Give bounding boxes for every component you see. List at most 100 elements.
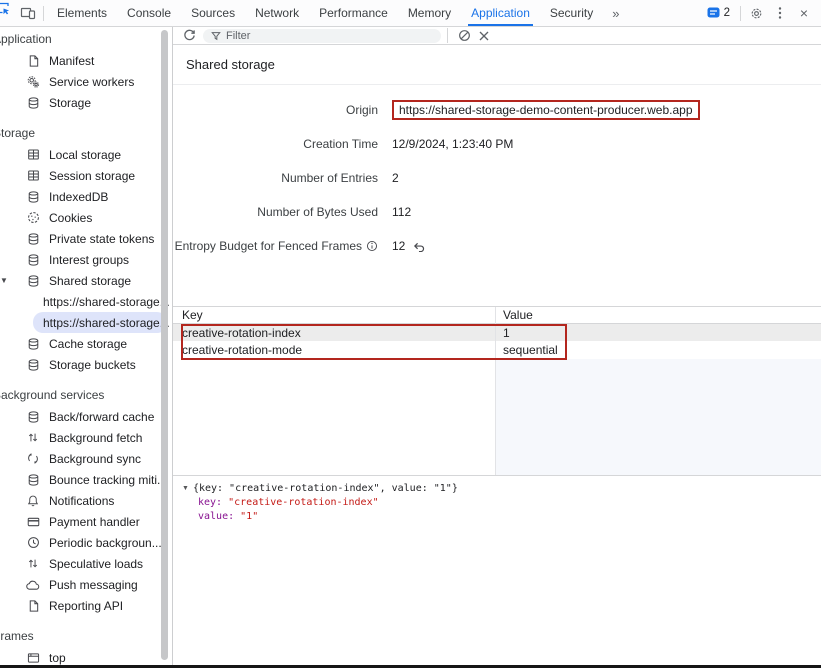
tab-application[interactable]: Application: [461, 0, 540, 26]
shared-storage-panel: Shared storage Originhttps://shared-stor…: [173, 27, 821, 665]
sidebar-item-label: Background sync: [49, 452, 141, 466]
sidebar-item-private-state-tokens[interactable]: Private state tokens: [0, 228, 172, 249]
filter-input[interactable]: [226, 30, 433, 42]
sidebar-item-interest-groups[interactable]: Interest groups: [0, 249, 172, 270]
field-value: https://shared-storage-demo-content-prod…: [392, 100, 700, 120]
tab-network[interactable]: Network: [245, 0, 309, 26]
field-label-text: Creation Time: [303, 137, 378, 151]
sidebar-item-label: IndexedDB: [49, 190, 108, 204]
column-header-key[interactable]: Key: [173, 308, 495, 322]
preview-summary: {key: "creative-rotation-index", value: …: [193, 483, 458, 494]
inspect-element-icon[interactable]: [0, 0, 15, 16]
field-value-text-annotated: https://shared-storage-demo-content-prod…: [392, 100, 700, 120]
devtools-body: ApplicationManifestService workersStorag…: [0, 27, 821, 665]
sidebar-section-title: Background services: [0, 385, 165, 406]
more-tabs-button[interactable]: »: [603, 0, 628, 26]
column-header-value[interactable]: Value: [495, 308, 821, 322]
sidebar-item-indexeddb[interactable]: IndexedDB: [0, 186, 172, 207]
sidebar-item-reporting-api[interactable]: Reporting API: [0, 595, 172, 616]
preview-summary-line[interactable]: ▼ {key: "creative-rotation-index", value:…: [182, 482, 821, 496]
filter-funnel-icon: [211, 31, 221, 41]
sidebar-item-back-forward-cache[interactable]: Back/forward cache: [0, 406, 172, 427]
console-message-icon: [707, 7, 720, 19]
table-row-creative-rotation-mode[interactable]: creative-rotation-modesequential: [173, 341, 821, 358]
cell-key[interactable]: creative-rotation-index: [173, 326, 495, 340]
metadata-row-entropy-budget-for-fenced-frames: Entropy Budget for Fenced Frames12: [173, 229, 821, 263]
clear-all-icon[interactable]: [454, 29, 474, 42]
card-icon: [25, 514, 41, 530]
tab-console[interactable]: Console: [117, 0, 181, 26]
sidebar-item-notifications[interactable]: Notifications: [0, 490, 172, 511]
sidebar-item-manifest[interactable]: Manifest: [0, 50, 172, 71]
sidebar-item-label: https://shared-storage...: [43, 295, 170, 309]
table-header-row[interactable]: Key Value: [173, 307, 821, 324]
sidebar-item-service-workers[interactable]: Service workers: [0, 71, 172, 92]
entry-preview-pane: ▼ {key: "creative-rotation-index", value:…: [173, 475, 821, 665]
sidebar-item-cache-storage[interactable]: Cache storage: [0, 333, 172, 354]
property-value: "creative-rotation-index": [228, 497, 379, 508]
sidebar-item-storage[interactable]: Storage: [0, 92, 172, 113]
sidebar-item-top[interactable]: top: [0, 647, 172, 665]
sidebar-scrollbar[interactable]: [161, 30, 168, 660]
tab-performance[interactable]: Performance: [309, 0, 398, 26]
page-title: Shared storage: [186, 57, 275, 72]
panel-tabs: ElementsConsoleSourcesNetworkPerformance…: [47, 0, 603, 26]
bell-icon: [25, 493, 41, 509]
tab-sources[interactable]: Sources: [181, 0, 245, 26]
close-devtools-icon[interactable]: ×: [792, 5, 816, 21]
sidebar-item-cookies[interactable]: Cookies: [0, 207, 172, 228]
preview-property-key: key: "creative-rotation-index": [182, 496, 821, 510]
database-icon: [25, 231, 41, 247]
sidebar-item-local-storage[interactable]: Local storage: [0, 144, 172, 165]
delete-selected-icon[interactable]: [474, 30, 494, 42]
sidebar-item-https-shared-storage-8[interactable]: https://shared-storage...: [33, 312, 167, 333]
cell-value[interactable]: sequential: [495, 343, 821, 357]
service-worker-icon: [25, 74, 41, 90]
sidebar-item-https-shared-storage-7[interactable]: https://shared-storage...: [0, 291, 172, 312]
database-icon: [25, 189, 41, 205]
sidebar-item-bounce-tracking-miti[interactable]: Bounce tracking miti...: [0, 469, 172, 490]
sidebar-section-title: Application: [0, 29, 165, 50]
disclosure-triangle-icon[interactable]: ▼: [182, 482, 189, 496]
property-name: key:: [198, 497, 228, 508]
metadata-row-origin: Originhttps://shared-storage-demo-conten…: [173, 93, 821, 127]
metadata-section: Originhttps://shared-storage-demo-conten…: [173, 85, 821, 306]
reset-budget-icon[interactable]: [412, 241, 425, 252]
sidebar-item-label: Background fetch: [49, 431, 142, 445]
sidebar-item-periodic-backgroun[interactable]: Periodic backgroun...: [0, 532, 172, 553]
cell-key[interactable]: creative-rotation-mode: [173, 343, 495, 357]
sidebar-item-background-sync[interactable]: Background sync: [0, 448, 172, 469]
console-messages-badge[interactable]: 2: [700, 7, 737, 19]
field-label-text: Entropy Budget for Fenced Frames: [175, 239, 362, 253]
sidebar-item-payment-handler[interactable]: Payment handler: [0, 511, 172, 532]
table-empty-area: [173, 359, 821, 475]
info-icon[interactable]: [366, 240, 378, 252]
sidebar-section-background-services: Background servicesBack/forward cache Bac…: [0, 385, 172, 616]
sidebar-item-label: Storage buckets: [49, 358, 136, 372]
column-divider[interactable]: [495, 307, 496, 475]
device-toolbar-icon[interactable]: [16, 0, 40, 26]
table-row-creative-rotation-index[interactable]: creative-rotation-index1: [173, 324, 821, 341]
tab-elements[interactable]: Elements: [47, 0, 117, 26]
filter-input-pill[interactable]: [203, 29, 441, 43]
field-value-text: 2: [392, 171, 399, 185]
tab-memory[interactable]: Memory: [398, 0, 461, 26]
expand-arrow-icon[interactable]: ▼: [0, 276, 8, 285]
refresh-icon[interactable]: [179, 29, 199, 42]
sidebar-item-label: Speculative loads: [49, 557, 143, 571]
tab-security[interactable]: Security: [540, 0, 603, 26]
kebab-menu-icon[interactable]: [768, 6, 792, 20]
sidebar-item-label: Manifest: [49, 54, 94, 68]
sidebar-item-shared-storage[interactable]: ▼Shared storage: [0, 270, 172, 291]
sidebar-item-label: Periodic backgroun...: [49, 536, 162, 550]
sidebar-item-background-fetch[interactable]: Background fetch: [0, 427, 172, 448]
database-icon: [25, 336, 41, 352]
sidebar-item-storage-buckets[interactable]: Storage buckets: [0, 354, 172, 375]
sidebar-item-speculative-loads[interactable]: Speculative loads: [0, 553, 172, 574]
settings-gear-icon[interactable]: [744, 6, 768, 21]
field-label: Number of Bytes Used: [173, 205, 378, 219]
sidebar-section-title: Frames: [0, 626, 165, 647]
cell-value[interactable]: 1: [495, 326, 821, 340]
sidebar-item-push-messaging[interactable]: Push messaging: [0, 574, 172, 595]
sidebar-item-session-storage[interactable]: Session storage: [0, 165, 172, 186]
